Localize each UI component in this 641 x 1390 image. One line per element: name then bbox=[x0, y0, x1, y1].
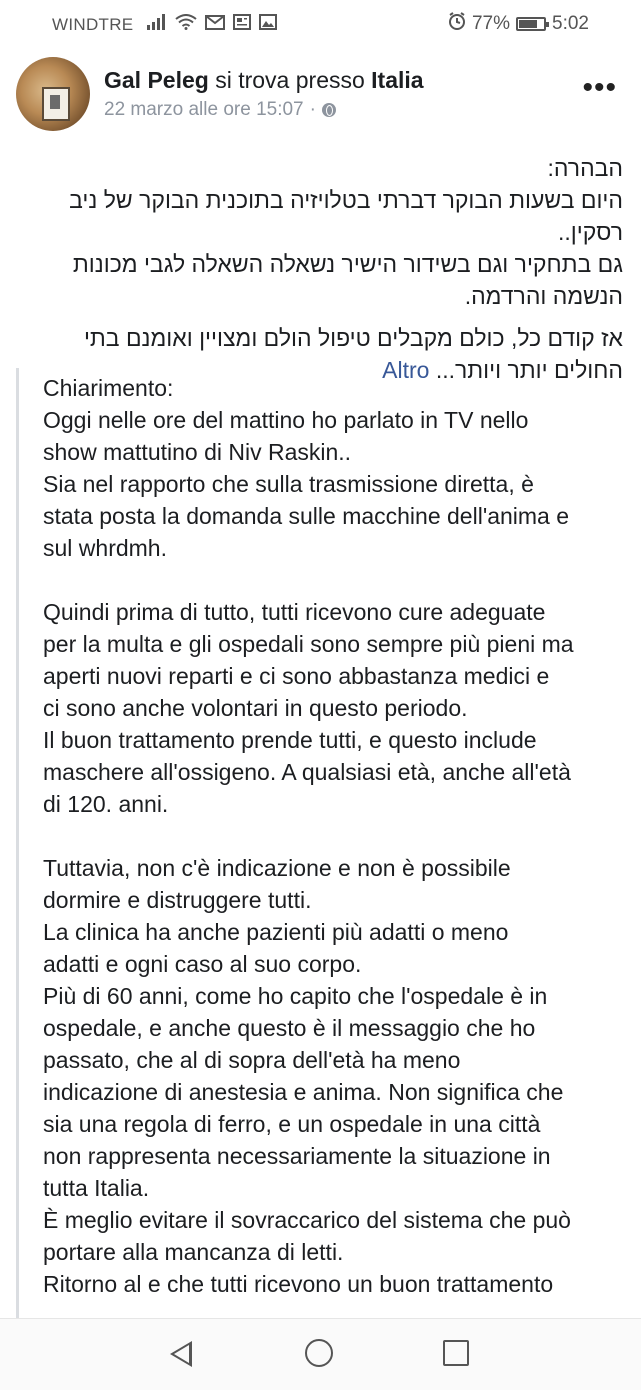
translation-line: Più di 60 anni, come ho capito che l'osp… bbox=[43, 983, 548, 1009]
translation-line: adatti e ogni caso al suo corpo. bbox=[43, 951, 362, 977]
translation-line: Ritorno al e che tutti ricevono un buon … bbox=[43, 1271, 554, 1297]
translation-line: di 120. anni. bbox=[43, 791, 169, 817]
hebrew-line: גם בתחקיר וגם בשידור הישיר נשאלה השאלה ל… bbox=[72, 251, 623, 277]
translation-line: Quindi prima di tutto, tutti ricevono cu… bbox=[43, 599, 546, 625]
navigation-bar bbox=[0, 1318, 641, 1390]
hebrew-line: הנשמה והרדמה. bbox=[464, 283, 623, 309]
battery-icon bbox=[516, 17, 550, 31]
hebrew-line: היום בשעות הבוקר דברתי בטלויזיה בתוכנית … bbox=[69, 187, 623, 213]
author-name[interactable]: Gal Peleg bbox=[104, 67, 209, 93]
location-name[interactable]: Italia bbox=[371, 67, 423, 93]
translation-line: La clinica ha anche pazienti più adatti … bbox=[43, 919, 509, 945]
mail-icon bbox=[205, 14, 226, 35]
avatar[interactable] bbox=[16, 57, 90, 131]
translation-line: tutta Italia. bbox=[43, 1175, 150, 1201]
translation-line: stata posta la domanda sulle macchine de… bbox=[43, 503, 570, 529]
hebrew-line: הבהרה: bbox=[547, 155, 623, 181]
signal-icon bbox=[147, 14, 167, 35]
translation-line: show mattutino di Niv Raskin.. bbox=[43, 439, 352, 465]
gallery-icon bbox=[259, 14, 278, 35]
post-meta: 22 marzo alle ore 15:07 · bbox=[104, 99, 336, 121]
translation-line: sia una regola di ferro, e un ospedale i… bbox=[43, 1111, 541, 1137]
wifi-icon bbox=[175, 14, 198, 35]
location-prefix: si trova presso bbox=[215, 67, 365, 93]
translation-line: indicazione di anestesia e anima. Non si… bbox=[43, 1079, 564, 1105]
translation-line: aperti nuovi reparti e ci sono abbastanz… bbox=[43, 663, 550, 689]
battery-fill bbox=[519, 20, 538, 28]
translation-line: passato, che al di sopra dell'età ha men… bbox=[43, 1047, 461, 1073]
translation-line: Sia nel rapporto che sulla trasmissione … bbox=[43, 471, 534, 497]
translation-line: sul whrdmh. bbox=[43, 535, 167, 561]
translation-line: ospedale, e anche questo è il messaggio … bbox=[43, 1015, 536, 1041]
status-time: 5:02 bbox=[552, 13, 589, 34]
status-right: 77% 5:02 bbox=[448, 12, 589, 36]
author-line: Gal Peleg si trova presso Italia bbox=[104, 67, 424, 94]
status-left: WINDTRE bbox=[52, 14, 278, 35]
meta-separator: · bbox=[309, 99, 316, 120]
post-timestamp[interactable]: 22 marzo alle ore 15:07 bbox=[104, 99, 304, 121]
translation-line: ci sono anche volontari in questo period… bbox=[43, 695, 468, 721]
globe-icon bbox=[321, 103, 336, 117]
translation-line: Il buon trattamento prende tutti, e ques… bbox=[43, 727, 537, 753]
translation-line: È meglio evitare il sovraccarico del sis… bbox=[43, 1207, 571, 1233]
translation-block: Chiarimento: Oggi nelle ore del mattino h… bbox=[16, 368, 628, 1328]
back-icon[interactable] bbox=[170, 1341, 192, 1367]
translation-line: Chiarimento: bbox=[43, 375, 174, 401]
translation-line: maschere all'ossigeno. A qualsiasi età, … bbox=[43, 759, 571, 785]
news-icon bbox=[233, 14, 252, 35]
avatar-picture bbox=[42, 87, 70, 121]
translation-line: non rappresenta necessariamente la situa… bbox=[43, 1143, 551, 1169]
recent-apps-icon[interactable] bbox=[443, 1340, 469, 1366]
post-original-text: הבהרה: היום בשעות הבוקר דברתי בטלויזיה ב… bbox=[20, 152, 623, 396]
hebrew-line: רסקין.. bbox=[558, 219, 623, 245]
translation-line: portare alla mancanza di letti. bbox=[43, 1239, 344, 1265]
more-options-icon[interactable]: ••• bbox=[582, 73, 617, 103]
post-header: Gal Peleg si trova presso Italia 22 marz… bbox=[16, 55, 625, 135]
translation-line: per la multa e gli ospedali sono sempre … bbox=[43, 631, 574, 657]
translation-line: Tuttavia, non c'è indicazione e non è po… bbox=[43, 855, 511, 881]
hebrew-paragraph-1: הבהרה: היום בשעות הבוקר דברתי בטלויזיה ב… bbox=[20, 152, 623, 312]
alarm-icon bbox=[448, 12, 466, 36]
translation-line: Oggi nelle ore del mattino ho parlato in… bbox=[43, 407, 529, 433]
carrier-name: WINDTRE bbox=[52, 14, 134, 34]
home-icon[interactable] bbox=[305, 1339, 333, 1367]
battery-percent: 77% bbox=[471, 13, 511, 34]
translation-line: dormire e distruggere tutti. bbox=[43, 887, 312, 913]
status-bar: WINDTRE 77% 5:02 bbox=[0, 0, 641, 50]
translation-text: Chiarimento: Oggi nelle ore del mattino h… bbox=[43, 372, 628, 1300]
